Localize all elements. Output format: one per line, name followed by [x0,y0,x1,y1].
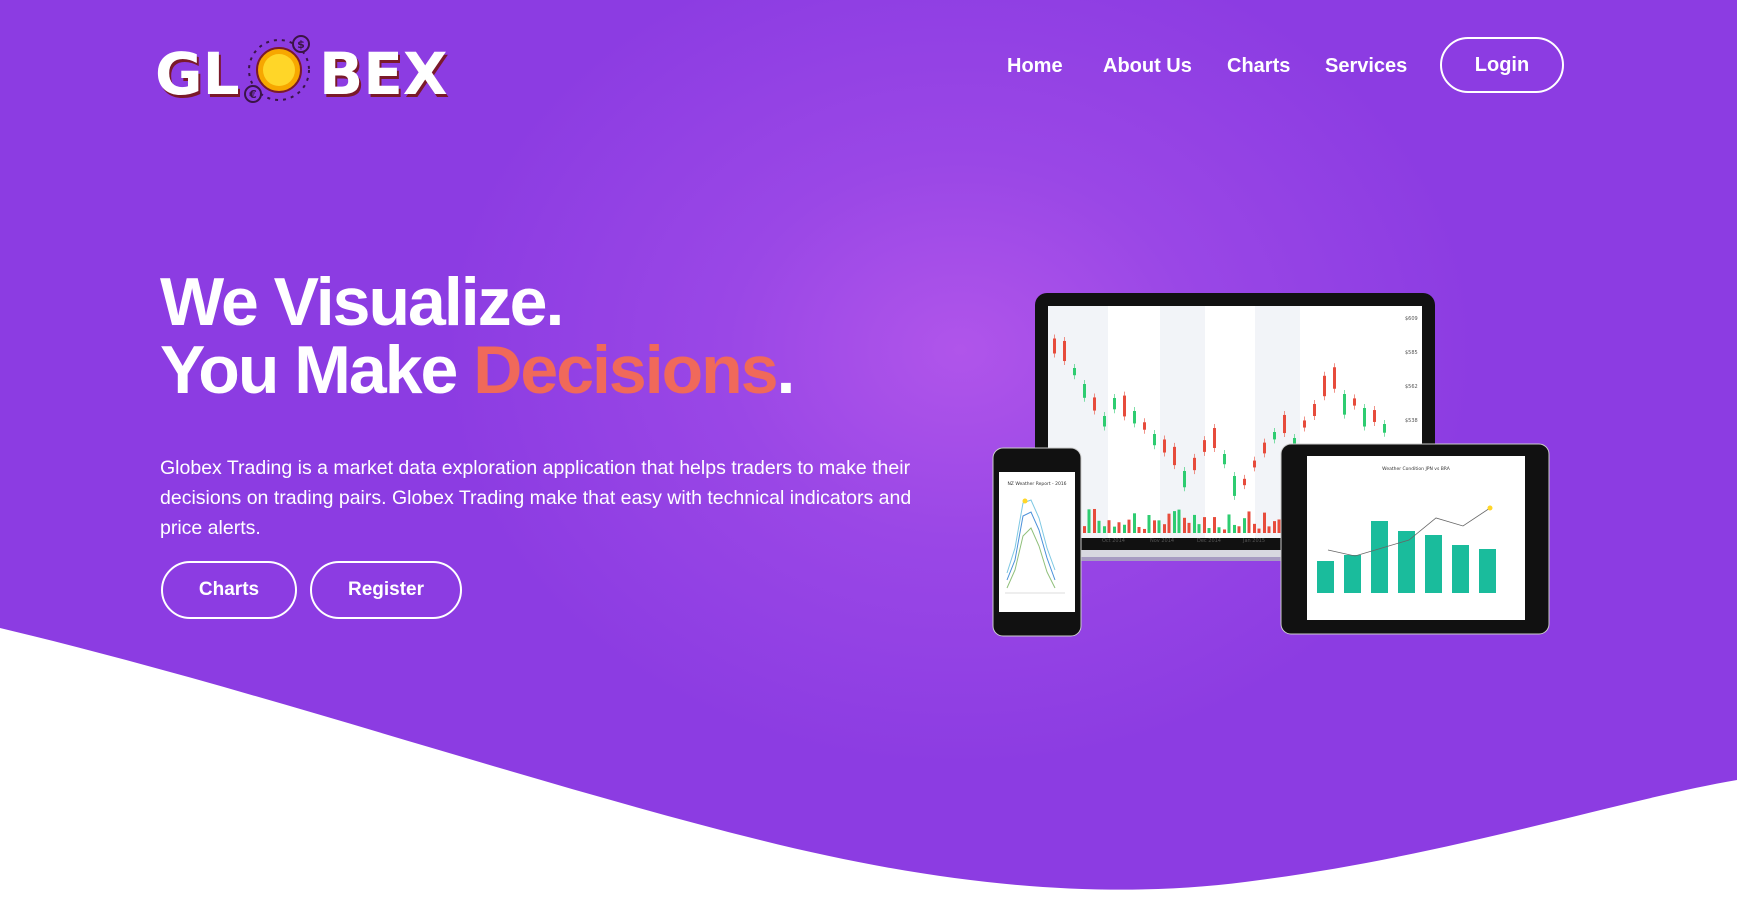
tablet-bar [1344,555,1361,593]
volume-bar [1133,513,1136,533]
volume-bar [1083,526,1086,533]
volume-bar [1227,514,1231,533]
volume-bar [1183,517,1186,533]
volume-bar [1267,526,1271,533]
tablet-bar [1398,531,1415,593]
tablet-bar [1317,561,1334,593]
volume-bar [1277,519,1281,533]
svg-text:$: $ [297,38,305,51]
volume-bar [1107,520,1111,533]
volume-bar [1257,528,1261,533]
volume-bar [1207,528,1211,533]
devices-illustration: $609 $585 $562 $538 Oct 2014 Nov 2014 De… [992,293,1550,637]
volume-bar [1243,518,1246,533]
volume-bar [1203,517,1206,533]
date-label: Oct 2014 [1102,538,1125,544]
headline-suffix: . [776,332,796,408]
tablet-chart-title: Weather Condition JPN vs BRA [1382,466,1451,472]
volume-bar [1137,527,1141,533]
nav-about-us[interactable]: About Us [1103,55,1192,78]
price-label: $562 [1405,384,1418,390]
volume-bar [1187,522,1191,533]
globe-coin-icon: $ € [244,35,310,103]
volume-bar [1097,520,1101,533]
volume-bar [1157,520,1161,533]
volume-bar [1153,520,1156,533]
volume-bar [1223,529,1226,533]
volume-bar [1163,524,1166,533]
brand-logo[interactable]: GL $ € BEX [155,28,455,108]
nav-home[interactable]: Home [1007,55,1063,78]
date-label: Dec 2014 [1197,538,1221,544]
volume-bar [1247,511,1251,533]
phone-chart-title: NZ Weather Report - 2016 [1007,481,1066,487]
headline-prefix: You Make [160,332,474,408]
headline-line-1: We Visualize. [160,264,564,340]
volume-bar [1113,526,1116,533]
volume-bar [1217,527,1221,533]
volume-bar [1103,526,1106,533]
volume-bar [1193,514,1196,533]
volume-bar [1237,526,1241,533]
headline-line-2: You Make Decisions. [160,336,795,404]
price-label: $538 [1405,418,1418,424]
nav-charts[interactable]: Charts [1227,55,1290,78]
volume-bar [1173,511,1176,533]
hero-description: Globex Trading is a market data explorat… [160,456,912,539]
volume-bar [1143,528,1146,533]
volume-bar [1117,522,1121,533]
nav-services[interactable]: Services [1325,55,1407,78]
phone-mockup: NZ Weather Report - 2016 [992,447,1082,637]
tablet-mockup: Weather Condition JPN vs BRA [1280,443,1550,635]
price-label: $609 [1405,316,1418,322]
hero-headline: We Visualize. You Make Decisions. [160,264,795,404]
svg-text:€: € [248,88,257,101]
volume-bar [1123,524,1126,533]
brand-name-left: GL [155,40,240,108]
login-button[interactable]: Login [1440,37,1564,93]
date-label: Nov 2014 [1150,538,1174,544]
volume-bar [1087,509,1091,533]
volume-bar [1263,512,1266,533]
volume-bar [1093,508,1096,533]
volume-bar [1233,524,1236,533]
tablet-bar [1425,535,1442,593]
tablet-bar [1371,521,1388,593]
volume-bar [1273,521,1276,533]
volume-bar [1147,515,1151,533]
headline-accent: Decisions [473,332,778,408]
volume-bar [1127,519,1131,533]
volume-bar [1253,523,1256,533]
brand-name-right: BEX [319,40,448,108]
charts-button[interactable]: Charts [161,561,297,619]
volume-bar [1197,524,1201,533]
volume-bar [1213,517,1216,533]
volume-bar [1177,509,1181,533]
volume-bar [1167,513,1171,533]
tablet-bar [1452,545,1469,593]
tablet-bar [1479,549,1496,593]
register-button[interactable]: Register [310,561,462,619]
date-label: Jan 2015 [1242,538,1265,544]
price-label: $585 [1405,350,1418,356]
